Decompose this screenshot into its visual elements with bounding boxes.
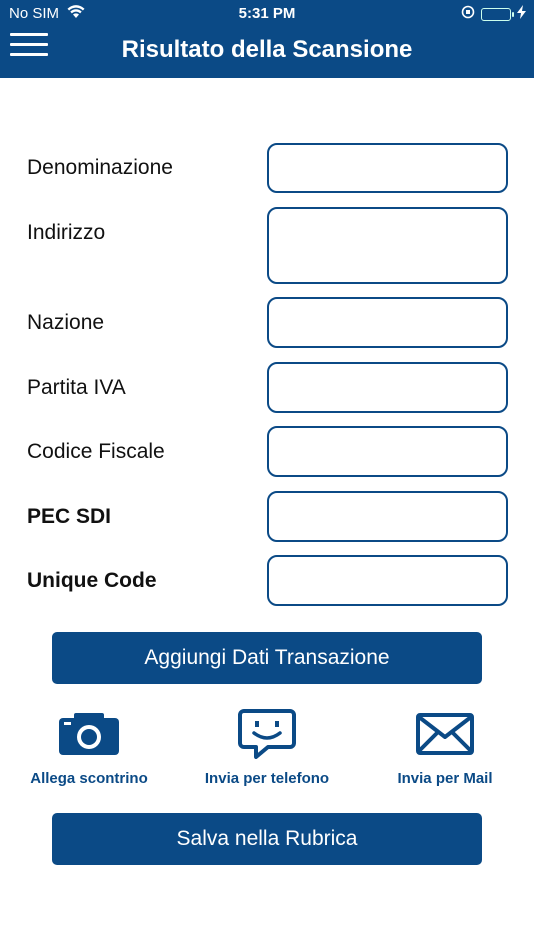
chat-smile-icon xyxy=(178,708,356,760)
status-right xyxy=(461,5,526,23)
save-contacts-button[interactable]: Salva nella Rubrica xyxy=(52,813,482,865)
attach-receipt-label: Allega scontrino xyxy=(30,770,148,787)
attach-receipt-action[interactable]: Allega scontrino xyxy=(0,708,178,787)
battery-icon xyxy=(481,7,514,21)
partita-iva-input[interactable] xyxy=(267,362,508,413)
send-mail-action[interactable]: Invia per Mail xyxy=(356,708,534,787)
page-title: Risultato della Scansione xyxy=(121,36,413,63)
mail-icon xyxy=(356,708,534,760)
app-header: No SIM 5:31 PM Risultato della Scansione xyxy=(0,0,534,78)
denominazione-input[interactable] xyxy=(267,143,508,193)
send-mail-label: Invia per Mail xyxy=(397,770,493,787)
send-phone-action[interactable]: Invia per telefono xyxy=(178,708,356,787)
label-pec-sdi: PEC SDI xyxy=(27,505,112,528)
charging-icon xyxy=(517,5,526,23)
nazione-input[interactable] xyxy=(267,297,508,348)
pec-sdi-input[interactable] xyxy=(267,491,508,542)
orientation-lock-icon xyxy=(461,5,475,23)
label-indirizzo: Indirizzo xyxy=(27,221,106,244)
label-denominazione: Denominazione xyxy=(27,156,173,179)
label-nazione: Nazione xyxy=(27,311,105,334)
indirizzo-input[interactable] xyxy=(267,207,508,284)
status-bar: No SIM 5:31 PM xyxy=(0,0,534,28)
label-codice-fiscale: Codice Fiscale xyxy=(27,440,165,463)
label-unique-code: Unique Code xyxy=(27,569,157,592)
label-partita-iva: Partita IVA xyxy=(27,376,126,399)
status-time: 5:31 PM xyxy=(238,5,296,22)
camera-icon xyxy=(0,708,178,760)
send-phone-label: Invia per telefono xyxy=(204,770,330,787)
unique-code-input[interactable] xyxy=(267,555,508,606)
codice-fiscale-input[interactable] xyxy=(267,426,508,477)
add-transaction-button[interactable]: Aggiungi Dati Transazione xyxy=(52,632,482,684)
